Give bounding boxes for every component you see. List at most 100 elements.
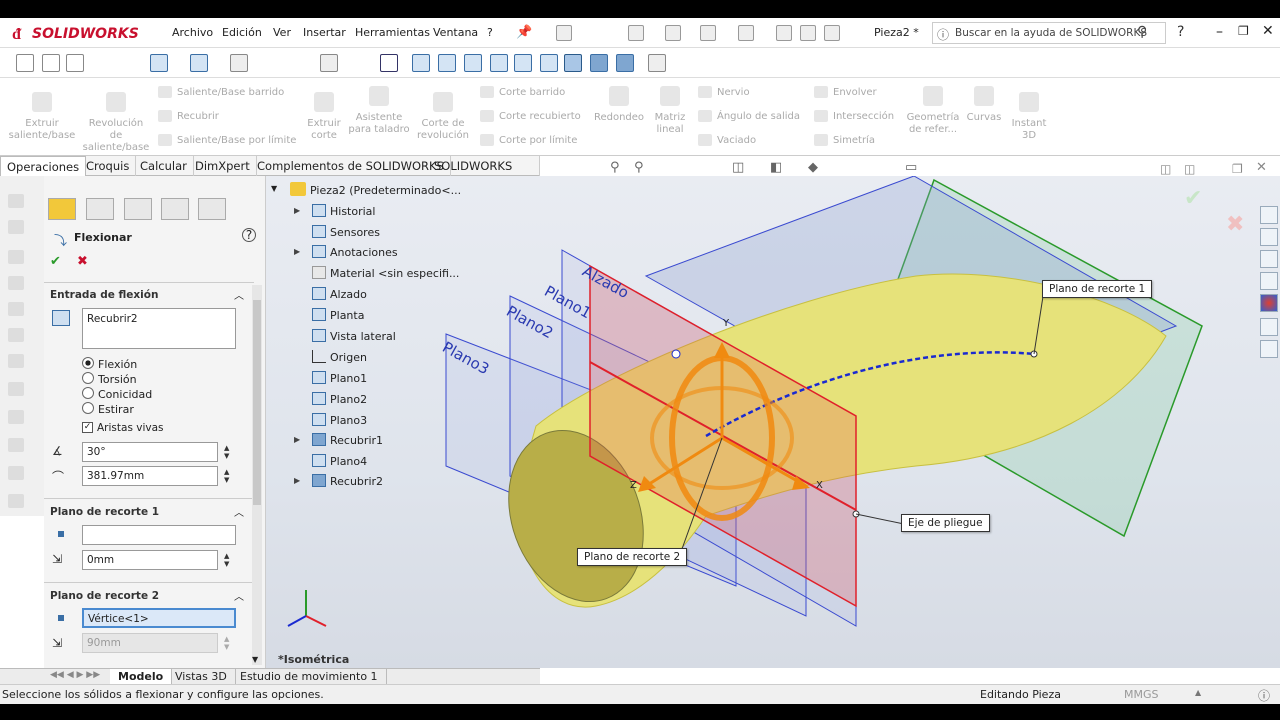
hole-wizard-button[interactable]: Asistente para taladro: [348, 86, 410, 136]
section-view-icon[interactable]: [150, 54, 168, 72]
display-style-icon[interactable]: ◆: [808, 160, 818, 175]
sharp-edges-checkbox[interactable]: ✓: [82, 422, 93, 433]
linear-pattern-button[interactable]: Matriz lineal: [650, 86, 690, 136]
strip-tool-icon[interactable]: [8, 410, 24, 424]
minimize-button[interactable]: –: [1216, 24, 1223, 40]
view-orientation-icon[interactable]: [190, 54, 208, 72]
wrap-button[interactable]: Envolver: [814, 86, 877, 98]
appearances-icon[interactable]: [1260, 294, 1278, 312]
scroll-down-icon[interactable]: ▼: [252, 655, 258, 664]
view-top-icon[interactable]: [514, 54, 532, 72]
tab-solidworks-mbd[interactable]: SOLIDWORKS MBD: [428, 156, 540, 193]
tree-collapse-icon[interactable]: ▼: [271, 184, 277, 193]
menu-help[interactable]: ?: [487, 26, 493, 39]
strip-tool-icon[interactable]: [8, 354, 24, 368]
feature-manager-tab-icon[interactable]: [48, 198, 76, 220]
intersect-button[interactable]: Intersección: [814, 110, 894, 122]
view-isometric-icon[interactable]: [564, 54, 582, 72]
quick-tips-icon[interactable]: ⓘ: [1258, 687, 1270, 704]
resources-icon[interactable]: [1260, 228, 1278, 246]
radius-field[interactable]: 381.97mm: [82, 466, 218, 486]
radio-conicidad[interactable]: Conicidad: [82, 387, 152, 401]
menu-edicion[interactable]: Edición: [222, 26, 262, 39]
strip-tool-icon[interactable]: [8, 250, 24, 264]
pm-scrollbar-thumb[interactable]: [253, 300, 261, 505]
collapse-chevron-icon[interactable]: ︿: [234, 504, 244, 519]
strip-tool-icon[interactable]: [8, 328, 24, 342]
trim1-reference-field[interactable]: [82, 525, 236, 545]
menu-herramientas[interactable]: Herramientas: [355, 26, 430, 39]
pin-icon[interactable]: 📌: [516, 25, 532, 40]
expand-icon[interactable]: ▶: [294, 476, 300, 485]
display-style-icon[interactable]: [230, 54, 248, 72]
menu-ventana[interactable]: Ventana: [433, 26, 478, 39]
tab-croquis[interactable]: Croquis: [80, 156, 137, 176]
dimxpert-manager-tab-icon[interactable]: [161, 198, 189, 220]
boundary-boss-button[interactable]: Saliente/Base por límite: [158, 134, 296, 146]
expand-icon[interactable]: ▶: [294, 206, 300, 215]
design-library-icon[interactable]: [1260, 250, 1278, 268]
trim1-offset-spinner[interactable]: ▲ ▼: [224, 552, 229, 568]
mirror-button[interactable]: Simetría: [814, 134, 875, 146]
monitor-icon[interactable]: [320, 54, 338, 72]
rib-button[interactable]: Nervio: [698, 86, 750, 98]
tab-estudio-movimiento[interactable]: Estudio de movimiento 1: [232, 669, 387, 685]
viewport-collapse-icon[interactable]: ◫: [1184, 162, 1195, 176]
tree-item-planta[interactable]: Planta: [330, 309, 364, 322]
swept-boss-button[interactable]: Saliente/Base barrido: [158, 86, 284, 98]
angle-field[interactable]: 30°: [82, 442, 218, 462]
strip-tool-icon[interactable]: [8, 382, 24, 396]
tree-item-origen[interactable]: Origen: [330, 351, 367, 364]
expand-icon[interactable]: ▶: [294, 435, 300, 444]
tab-operaciones[interactable]: Operaciones: [0, 156, 87, 176]
tree-item-vista-lateral[interactable]: Vista lateral: [330, 330, 396, 343]
radio-flexion[interactable]: Flexión: [82, 357, 137, 371]
tab-modelo[interactable]: Modelo: [110, 669, 173, 685]
swept-cut-button[interactable]: Corte barrido: [480, 86, 565, 98]
trim1-offset-field[interactable]: 0mm: [82, 550, 218, 570]
callout-trim-plane-2[interactable]: Plano de recorte 2: [577, 548, 688, 566]
home-icon[interactable]: [1260, 206, 1278, 224]
menu-insertar[interactable]: Insertar: [303, 26, 346, 39]
ok-check-icon[interactable]: ✔: [50, 254, 61, 269]
radio-torsion[interactable]: Torsión: [82, 372, 137, 386]
property-manager-tab-icon[interactable]: [86, 198, 114, 220]
strip-tool-icon[interactable]: [8, 494, 24, 508]
radius-spinner[interactable]: ▲ ▼: [224, 468, 229, 484]
search-icon[interactable]: ⚲: [1137, 24, 1147, 40]
units-dropdown-icon[interactable]: ▲: [1195, 688, 1201, 697]
rebuild-icon[interactable]: [776, 25, 792, 41]
view-dimetric-icon[interactable]: [616, 54, 634, 72]
save-icon[interactable]: [628, 25, 644, 41]
view-left-icon[interactable]: [464, 54, 482, 72]
viewport-restore-icon[interactable]: ❐: [1232, 162, 1243, 176]
tab-vistas-3d[interactable]: Vistas 3D: [167, 669, 236, 685]
custom-properties-icon[interactable]: [1260, 318, 1278, 336]
extrude-boss-button[interactable]: Extruir saliente/base: [8, 92, 76, 142]
callout-bend-axis[interactable]: Eje de pliegue: [901, 514, 990, 532]
view-settings-icon[interactable]: ▭: [905, 160, 917, 175]
view-orientation-icon[interactable]: ◧: [770, 160, 782, 175]
reference-geometry-button[interactable]: Geometría de refer...: [904, 86, 962, 136]
strip-tool-icon[interactable]: [8, 220, 24, 234]
tree-item-material[interactable]: Material <sin especifi...: [330, 267, 459, 280]
restore-button[interactable]: ❐: [1238, 24, 1249, 38]
lofted-cut-button[interactable]: Corte recubierto: [480, 110, 581, 122]
status-units[interactable]: MMGS: [1124, 688, 1159, 701]
strip-tool-icon[interactable]: [8, 276, 24, 290]
tree-root[interactable]: Pieza2 (Predeterminado<...: [310, 184, 461, 197]
cancel-x-icon[interactable]: ✖: [77, 254, 88, 269]
help-search-box[interactable]: ⓘ Buscar en la ayuda de SOLIDWORKS ⚲: [932, 22, 1166, 44]
tree-item-recubrir1[interactable]: Recubrir1: [330, 434, 383, 447]
tree-item-alzado[interactable]: Alzado: [330, 288, 367, 301]
print-icon[interactable]: [665, 25, 681, 41]
confirm-corner-cancel-icon[interactable]: ✖: [1226, 212, 1244, 237]
shell-button[interactable]: Vaciado: [698, 134, 756, 146]
zoom-fit-icon[interactable]: ⚲: [610, 160, 620, 175]
normal-to-icon[interactable]: [380, 54, 398, 72]
tab-calcular[interactable]: Calcular: [134, 156, 194, 176]
zoom-fit-icon[interactable]: [16, 54, 34, 72]
new-doc-icon[interactable]: [556, 25, 572, 41]
section-view-icon[interactable]: ◫: [732, 160, 744, 175]
forum-icon[interactable]: [1260, 340, 1278, 358]
